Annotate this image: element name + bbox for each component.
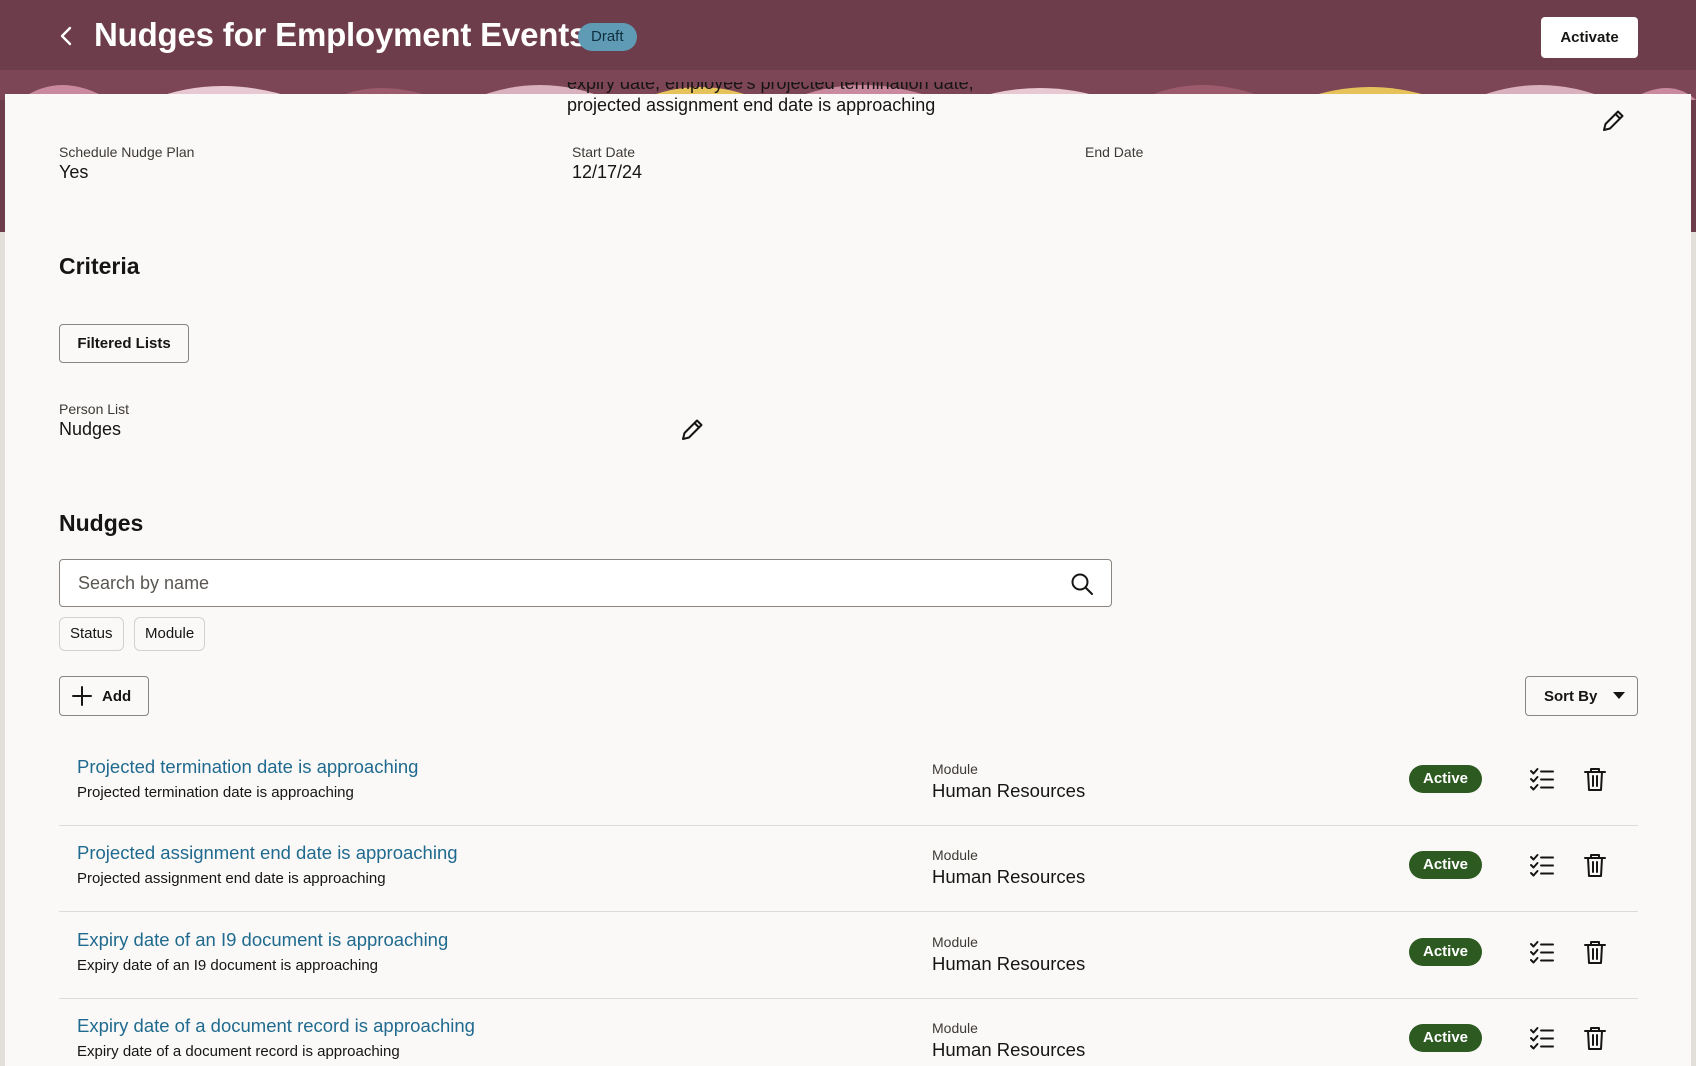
add-nudge-button[interactable]: Add (59, 676, 149, 716)
edit-person-list-button[interactable] (678, 416, 706, 444)
list-item: Expiry date of an I9 document is approac… (59, 913, 1638, 999)
nudge-title-link[interactable]: Projected assignment end date is approac… (77, 842, 458, 864)
module-label: Module (932, 761, 978, 777)
person-list-label: Person List (59, 401, 130, 417)
chevron-left-icon (60, 26, 72, 46)
module-filter-chip[interactable]: Module (134, 617, 206, 651)
list-item: Projected assignment end date is approac… (59, 826, 1638, 912)
module-value: Human Resources (932, 780, 1086, 801)
search-input[interactable] (78, 560, 1038, 606)
add-label: Add (102, 687, 132, 705)
module-label: Module (932, 1020, 978, 1036)
search-icon[interactable] (1069, 571, 1095, 597)
title-row: Nudges for Employment Events Draft Activ… (0, 0, 1696, 76)
search-field (59, 559, 1112, 607)
nudge-description: Projected termination date is approachin… (77, 784, 354, 801)
module-label: Module (932, 847, 978, 863)
page-title: Nudges for Employment Events (94, 16, 588, 53)
list-item: Projected termination date is approachin… (59, 740, 1638, 826)
status-filter-chip[interactable]: Status (59, 617, 124, 651)
person-list-value: Nudges (59, 419, 122, 439)
pencil-icon (1603, 110, 1624, 131)
page-background-right (1691, 232, 1696, 1066)
trash-icon[interactable] (1581, 765, 1609, 793)
status-badge: Active (1409, 1024, 1483, 1052)
checklist-icon[interactable] (1528, 938, 1556, 966)
filtered-lists-button[interactable]: Filtered Lists (59, 324, 189, 363)
nudge-description: Projected assignment end date is approac… (77, 870, 386, 887)
end-date-label: End Date (1085, 144, 1144, 160)
schedule-nudge-plan-value: Yes (59, 162, 89, 182)
start-date-label: Start Date (572, 144, 636, 160)
status-badge: Draft (578, 23, 637, 51)
nudge-plan-description: expiry date, employee's projected termin… (567, 82, 1127, 116)
plus-icon (72, 686, 92, 706)
nudge-title-link[interactable]: Expiry date of an I9 document is approac… (77, 929, 448, 951)
sort-by-label: Sort By (1544, 688, 1598, 705)
start-date-value: 12/17/24 (572, 162, 643, 182)
description-visible-line: projected assignment end date is approac… (567, 95, 936, 115)
nudge-description: Expiry date of a document record is appr… (77, 1043, 400, 1060)
nudge-title-link[interactable]: Projected termination date is approachin… (77, 756, 418, 778)
trash-icon[interactable] (1581, 938, 1609, 966)
schedule-nudge-plan-label: Schedule Nudge Plan (59, 144, 195, 160)
description-clipped-line: expiry date, employee's projected termin… (567, 82, 974, 93)
module-value: Human Resources (932, 953, 1086, 974)
back-button[interactable] (50, 20, 82, 52)
edit-overview-button[interactable] (1599, 107, 1627, 135)
activate-button[interactable]: Activate (1541, 17, 1638, 58)
status-badge: Active (1409, 765, 1483, 793)
pencil-icon (682, 419, 703, 440)
module-label: Module (932, 934, 978, 950)
checklist-icon[interactable] (1528, 765, 1556, 793)
nudge-title-link[interactable]: Expiry date of a document record is appr… (77, 1015, 475, 1037)
module-value: Human Resources (932, 866, 1086, 887)
caret-down-icon (1613, 692, 1625, 699)
nudge-description: Expiry date of an I9 document is approac… (77, 957, 379, 974)
checklist-icon[interactable] (1528, 851, 1556, 879)
trash-icon[interactable] (1581, 1024, 1609, 1052)
list-item: Expiry date of a document record is appr… (59, 999, 1638, 1066)
nudges-heading: Nudges (59, 510, 144, 536)
criteria-heading: Criteria (59, 253, 140, 279)
status-badge: Active (1409, 938, 1483, 966)
status-badge: Active (1409, 851, 1483, 879)
module-value: Human Resources (932, 1039, 1086, 1060)
sort-by-button[interactable]: Sort By (1525, 676, 1638, 716)
checklist-icon[interactable] (1528, 1024, 1556, 1052)
trash-icon[interactable] (1581, 851, 1609, 879)
